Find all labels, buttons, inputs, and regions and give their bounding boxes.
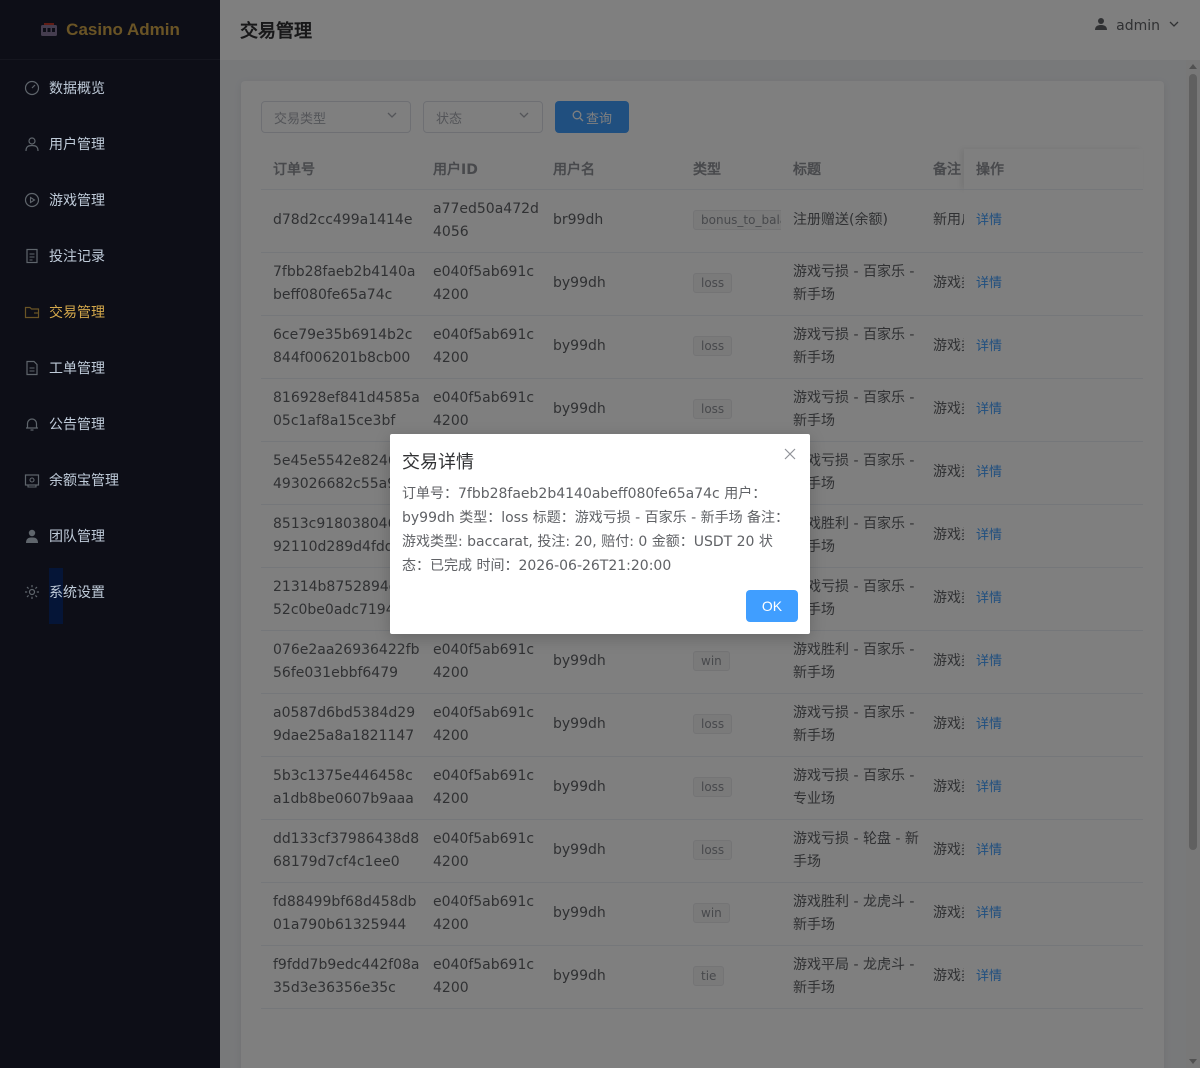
sidebar-item-label: 数据概览 <box>49 81 105 97</box>
sidebar-item-label: 工单管理 <box>49 361 105 377</box>
dialog-body: 订单号：7fbb28faeb2b4140abeff080fe65a74c 用户：… <box>402 486 790 574</box>
sidebar-item-label: 团队管理 <box>49 529 105 545</box>
sidebar-item-label: 游戏管理 <box>49 193 105 209</box>
ok-button[interactable]: OK <box>746 590 798 622</box>
sidebar-item-label: 系统设置 <box>49 585 105 601</box>
sidebar-item-label: 交易管理 <box>49 305 105 321</box>
sidebar-item-label: 投注记录 <box>49 249 105 265</box>
transaction-detail-dialog: 交易详情 订单号：7fbb28faeb2b4140abeff080fe65a74… <box>390 434 810 634</box>
sidebar-item-label: 余额宝管理 <box>49 473 119 489</box>
dialog-title: 交易详情 <box>402 452 474 473</box>
sidebar-item-label: 公告管理 <box>49 417 105 433</box>
sidebar-item-label: 用户管理 <box>49 137 105 153</box>
close-icon[interactable] <box>784 444 796 465</box>
